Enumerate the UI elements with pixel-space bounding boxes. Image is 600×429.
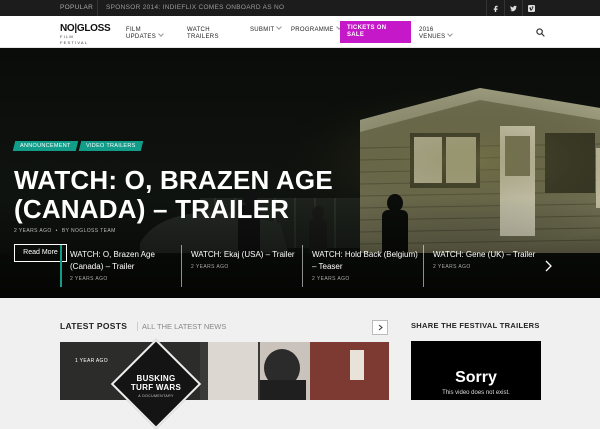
slide-item[interactable]: WATCH: O, Brazen Age (Canada) – Trailer … (60, 245, 180, 289)
nav-item-label: 2016 Venues (419, 27, 446, 40)
slide-title: WATCH: Hold Back (Belgium) – Teaser (312, 250, 418, 271)
top-bar-divider (97, 0, 98, 16)
hero-meta: 2 years ago • By NoGloss Team (14, 228, 116, 234)
facebook-icon[interactable] (486, 0, 504, 16)
post-date: 1 year ago (75, 358, 108, 364)
slide-item[interactable]: WATCH: Ekaj (USA) – Trailer 2 years ago (181, 245, 301, 289)
popular-label: Popular (60, 4, 94, 11)
next-posts-button[interactable] (372, 320, 388, 335)
slide-title: WATCH: Ekaj (USA) – Trailer (191, 250, 295, 259)
hero-date: 2 years ago (14, 228, 52, 234)
logo-subtitle: FILM FESTIVAL (60, 34, 89, 45)
slide-title: WATCH: Gene (UK) – Trailer (433, 250, 536, 259)
news-ticker[interactable]: Sponsor 2014: IndieFlix comes onboard as… (106, 4, 284, 11)
slide-date: 2 years ago (312, 276, 350, 282)
latest-posts-title: Latest Posts (60, 321, 128, 331)
hero-title[interactable]: WATCH: O, Brazen Age (Canada) – Trailer (14, 166, 344, 224)
slide-item[interactable]: WATCH: Gene (UK) – Trailer 2 years ago (423, 245, 543, 289)
search-icon[interactable] (536, 28, 545, 37)
site-logo[interactable]: NO|GLOSS FILM FESTIVAL (60, 23, 111, 46)
nav-item-venues[interactable]: 2016 Venues (419, 27, 455, 41)
latest-posts-header: Latest Posts All the latest news (60, 321, 226, 331)
nav-item-film-updates[interactable]: Film Updates (126, 27, 170, 41)
chevron-down-icon (447, 31, 454, 37)
nav-item-label: Programme (291, 27, 334, 33)
video-error-heading: Sorry (455, 369, 497, 386)
nav-item-watch-trailers[interactable]: Watch Trailers (187, 27, 223, 41)
nav-item-label: Watch Trailers (187, 27, 219, 40)
slide-item[interactable]: WATCH: Hold Back (Belgium) – Teaser 2 ye… (302, 245, 422, 289)
post-thumbnail[interactable] (60, 342, 389, 400)
post-image-subtitle: A DOCUMENTARY (138, 394, 174, 398)
nav-item-label: Film Updates (126, 27, 156, 40)
sidebar-title: Share the Festival Trailers (411, 321, 540, 330)
nav-item-programme[interactable]: Programme (291, 24, 342, 34)
slide-divider (181, 245, 182, 287)
slide-thumbnails: WATCH: O, Brazen Age (Canada) – Trailer … (60, 245, 544, 289)
post-image (60, 342, 389, 400)
nav-item-submit[interactable]: Submit (250, 24, 283, 34)
slide-title: WATCH: O, Brazen Age (Canada) – Trailer (70, 250, 155, 271)
twitter-icon[interactable] (504, 0, 522, 16)
post-image-title: BUSKING TURF WARS (130, 374, 182, 392)
tickets-on-sale-button[interactable]: Tickets on sale (340, 21, 411, 43)
nav-item-label: Submit (250, 27, 275, 33)
hero-author[interactable]: By NoGloss Team (62, 228, 116, 234)
latest-posts-subtitle: All the latest news (137, 322, 257, 331)
chevron-right-icon[interactable] (545, 260, 553, 272)
video-error-message: This video does not exist. (442, 390, 510, 396)
slide-divider (302, 245, 303, 287)
slide-divider (423, 245, 424, 287)
slide-date: 2 years ago (191, 264, 229, 270)
top-bar: Popular Sponsor 2014: IndieFlix comes on… (0, 0, 600, 16)
slide-date: 2 years ago (433, 264, 471, 270)
hero-tags: Announcement Video Trailers (12, 141, 143, 151)
meta-separator: • (55, 228, 58, 234)
chevron-right-icon (378, 324, 383, 331)
chevron-down-icon (158, 31, 164, 37)
logo-wordmark: NO|GLOSS (60, 23, 111, 34)
slide-date: 2 years ago (70, 276, 108, 282)
vimeo-icon[interactable] (522, 0, 540, 16)
tag-announcement[interactable]: Announcement (12, 141, 78, 151)
tickets-label: Tickets on sale (347, 25, 387, 38)
social-links (486, 0, 540, 16)
slide-active-indicator (60, 245, 62, 287)
tag-video-trailers[interactable]: Video Trailers (78, 141, 143, 151)
